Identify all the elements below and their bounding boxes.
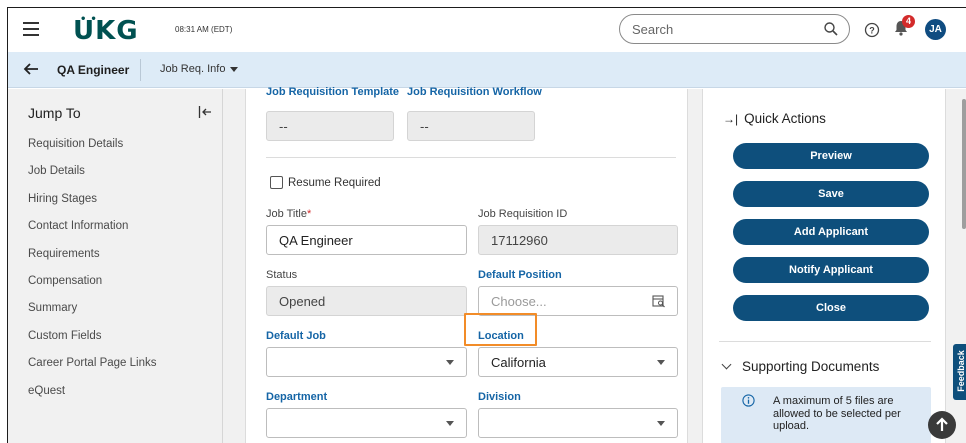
- page-header-bar: QA Engineer Job Req. Info: [8, 52, 966, 88]
- supporting-documents-title: Supporting Documents: [742, 359, 880, 374]
- close-button[interactable]: Close: [733, 295, 929, 321]
- jump-to-item[interactable]: Contact Information: [28, 220, 156, 247]
- chevron-down-icon: [446, 360, 454, 365]
- search-icon[interactable]: [823, 21, 839, 37]
- section-divider: [266, 157, 676, 158]
- division-label: Division: [478, 391, 521, 403]
- svg-text:?: ?: [869, 26, 875, 36]
- jump-to-item[interactable]: Job Details: [28, 165, 156, 192]
- scrollbar[interactable]: [962, 99, 966, 229]
- job-title-label: Job Title*: [266, 208, 311, 220]
- panel-divider: [719, 341, 931, 342]
- default-position-input[interactable]: Choose...: [478, 286, 678, 316]
- department-label: Department: [266, 391, 328, 403]
- required-mark: *: [306, 208, 312, 220]
- expand-panel-icon[interactable]: →|: [723, 112, 738, 126]
- department-select[interactable]: [266, 408, 467, 438]
- notification-count-badge: 4: [902, 15, 915, 28]
- top-bar: •• UKG 08:31 AM (EDT) ? 4 JA: [8, 8, 966, 52]
- content-area: Jump To Requisition Details Job Details …: [8, 86, 966, 443]
- resume-required-label: Resume Required: [288, 177, 381, 189]
- job-title-input[interactable]: QA Engineer: [266, 225, 467, 255]
- default-position-label: Default Position: [478, 269, 562, 281]
- upload-info-message: A maximum of 5 files are allowed to be s…: [721, 387, 931, 443]
- jump-to-item[interactable]: Requisition Details: [28, 138, 156, 165]
- preview-button[interactable]: Preview: [733, 143, 929, 169]
- template-label: Job Requisition Template: [266, 86, 400, 98]
- jump-to-list: Requisition Details Job Details Hiring S…: [28, 138, 156, 412]
- workflow-field: --: [407, 111, 535, 141]
- feedback-tab[interactable]: Feedback: [953, 344, 966, 400]
- chevron-down-icon: [230, 66, 239, 72]
- chevron-down-icon: [721, 359, 732, 370]
- quick-actions-title-text: Quick Actions: [744, 111, 826, 126]
- search-input[interactable]: [632, 21, 812, 37]
- lookup-icon[interactable]: [652, 294, 666, 308]
- division-select[interactable]: [478, 408, 678, 438]
- feedback-label: Feedback: [956, 350, 966, 392]
- jump-to-item[interactable]: eQuest: [28, 385, 156, 412]
- location-select[interactable]: California: [478, 347, 678, 377]
- default-job-label: Default Job: [266, 330, 326, 342]
- chevron-down-icon: [657, 421, 665, 426]
- help-icon[interactable]: ?: [864, 22, 880, 38]
- right-rail: →| Quick Actions Preview Save Add Applica…: [689, 89, 966, 443]
- workflow-label: Job Requisition Workflow: [407, 86, 542, 98]
- supporting-documents-toggle[interactable]: Supporting Documents: [721, 359, 880, 374]
- default-position-placeholder: Choose...: [491, 294, 547, 309]
- status-field: Opened: [266, 286, 467, 316]
- location-label: Location: [478, 330, 524, 342]
- menu-icon[interactable]: [23, 22, 39, 36]
- quick-actions-panel: →| Quick Actions Preview Save Add Applica…: [702, 89, 946, 443]
- upload-info-text: A maximum of 5 files are allowed to be s…: [773, 395, 901, 432]
- job-title-label-text: Job Title: [266, 208, 307, 220]
- section-dropdown-label: Job Req. Info: [160, 63, 226, 75]
- arrow-up-icon: [936, 417, 948, 431]
- jump-to-item[interactable]: Summary: [28, 302, 156, 329]
- current-time: 08:31 AM (EDT): [175, 25, 233, 34]
- header-divider: [140, 59, 141, 81]
- jump-to-item[interactable]: Compensation: [28, 275, 156, 302]
- req-id-label: Job Requisition ID: [478, 208, 568, 220]
- add-applicant-button[interactable]: Add Applicant: [733, 219, 929, 245]
- logo-dots: ••: [80, 14, 101, 25]
- jump-to-item[interactable]: Requirements: [28, 248, 156, 275]
- req-id-field: 17112960: [478, 225, 678, 255]
- ukg-logo[interactable]: •• UKG: [73, 14, 139, 46]
- requisition-form: Job Requisition Template -- Job Requisit…: [245, 86, 688, 443]
- page-title: QA Engineer: [57, 63, 130, 77]
- jump-to-item[interactable]: Hiring Stages: [28, 193, 156, 220]
- resume-required-checkbox[interactable]: [270, 176, 283, 189]
- jump-to-item[interactable]: Career Portal Page Links: [28, 357, 156, 384]
- search-box[interactable]: [619, 14, 850, 44]
- user-avatar[interactable]: JA: [925, 19, 946, 40]
- location-value: California: [491, 355, 546, 370]
- info-icon: [742, 394, 755, 407]
- section-dropdown[interactable]: Job Req. Info: [160, 63, 239, 75]
- app-window: •• UKG 08:31 AM (EDT) ? 4 JA QA Engineer: [7, 7, 966, 443]
- notify-applicant-button[interactable]: Notify Applicant: [733, 257, 929, 283]
- template-field: --: [266, 111, 394, 141]
- default-job-select[interactable]: [266, 347, 467, 377]
- back-arrow-icon[interactable]: [23, 62, 39, 81]
- chevron-down-icon: [657, 360, 665, 365]
- jump-to-panel: Jump To Requisition Details Job Details …: [8, 89, 223, 443]
- status-label: Status: [266, 269, 298, 281]
- jump-to-item[interactable]: Custom Fields: [28, 330, 156, 357]
- quick-actions-title: →| Quick Actions: [723, 111, 826, 126]
- chevron-down-icon: [446, 421, 454, 426]
- save-button[interactable]: Save: [733, 181, 929, 207]
- jump-to-title: Jump To: [28, 105, 81, 121]
- scroll-to-top-button[interactable]: [928, 411, 956, 439]
- collapse-panel-icon[interactable]: [198, 105, 212, 119]
